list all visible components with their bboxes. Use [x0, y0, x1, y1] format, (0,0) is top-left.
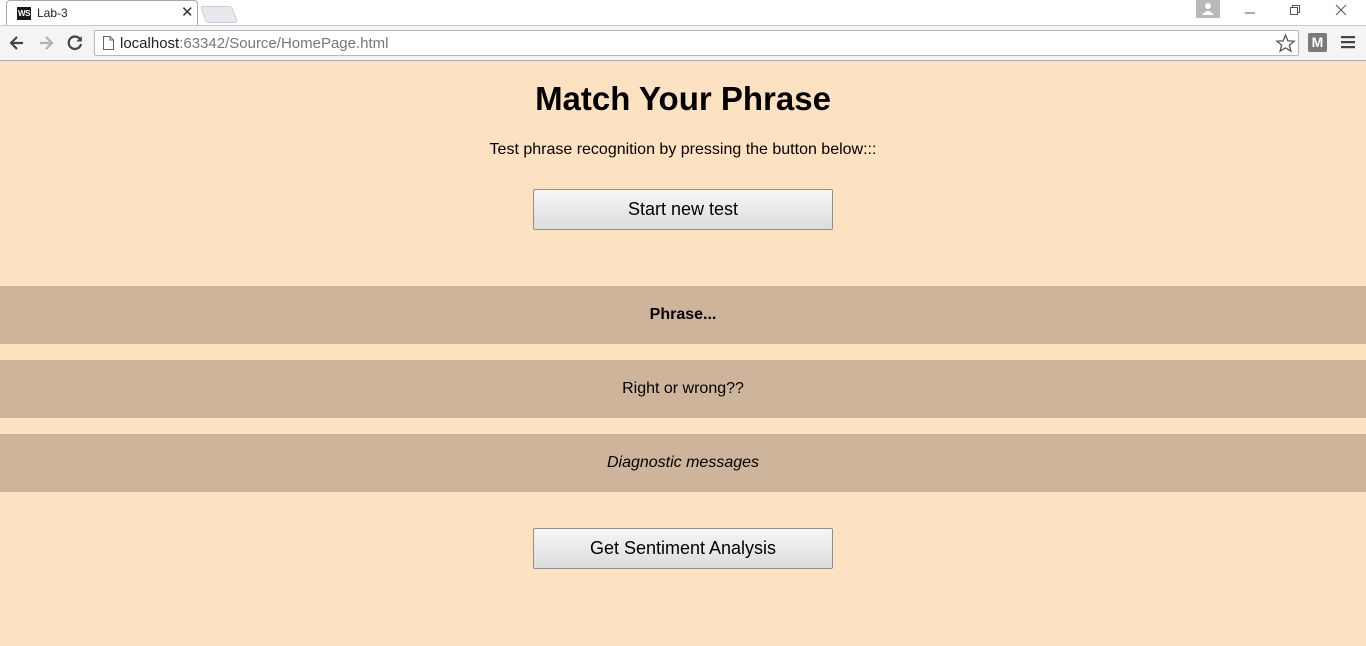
tab-close-icon[interactable]: ✕: [181, 4, 194, 22]
window-close-button[interactable]: [1327, 3, 1355, 21]
tab-strip: WS Lab-3 ✕: [0, 0, 1366, 26]
minimize-button[interactable]: [1236, 3, 1264, 21]
reload-button[interactable]: [65, 33, 85, 53]
url-host: localhost: [120, 35, 180, 52]
forward-button[interactable]: [36, 33, 56, 53]
close-icon: [1335, 4, 1347, 16]
page-content: Match Your Phrase Test phrase recognitio…: [0, 61, 1366, 646]
webstorm-favicon-icon: WS: [17, 7, 31, 20]
tab-title: Lab-3: [37, 6, 68, 20]
back-arrow-icon: [9, 36, 23, 50]
url-text: localhost:63342/Source/HomePage.html: [120, 35, 389, 52]
page-subtitle: Test phrase recognition by pressing the …: [489, 141, 877, 158]
new-tab-button[interactable]: [199, 6, 239, 23]
result-display: Right or wrong??: [0, 360, 1366, 418]
extension-m-button[interactable]: M: [1308, 33, 1327, 52]
start-new-test-button[interactable]: Start new test: [533, 189, 833, 230]
url-path: :63342/Source/HomePage.html: [179, 35, 389, 52]
restore-button[interactable]: [1281, 3, 1309, 21]
reload-icon: [67, 35, 83, 51]
minimize-icon: [1245, 12, 1255, 14]
page-icon: [103, 36, 114, 50]
get-sentiment-analysis-button[interactable]: Get Sentiment Analysis: [533, 528, 833, 569]
browser-tab[interactable]: WS Lab-3 ✕: [6, 0, 198, 25]
diagnostic-messages: Diagnostic messages: [0, 434, 1366, 492]
forward-arrow-icon: [40, 36, 54, 50]
menu-icon: [1341, 36, 1355, 49]
browser-toolbar: localhost:63342/Source/HomePage.html M: [0, 26, 1366, 61]
menu-button[interactable]: [1341, 35, 1355, 54]
page-title: Match Your Phrase: [535, 80, 831, 117]
phrase-display: Phrase...: [0, 286, 1366, 344]
restore-icon: [1290, 5, 1300, 15]
back-button[interactable]: [7, 33, 27, 53]
star-icon[interactable]: [1275, 33, 1296, 54]
profile-button[interactable]: [1196, 0, 1220, 18]
address-bar[interactable]: localhost:63342/Source/HomePage.html: [94, 30, 1299, 56]
profile-icon: [1202, 3, 1214, 15]
